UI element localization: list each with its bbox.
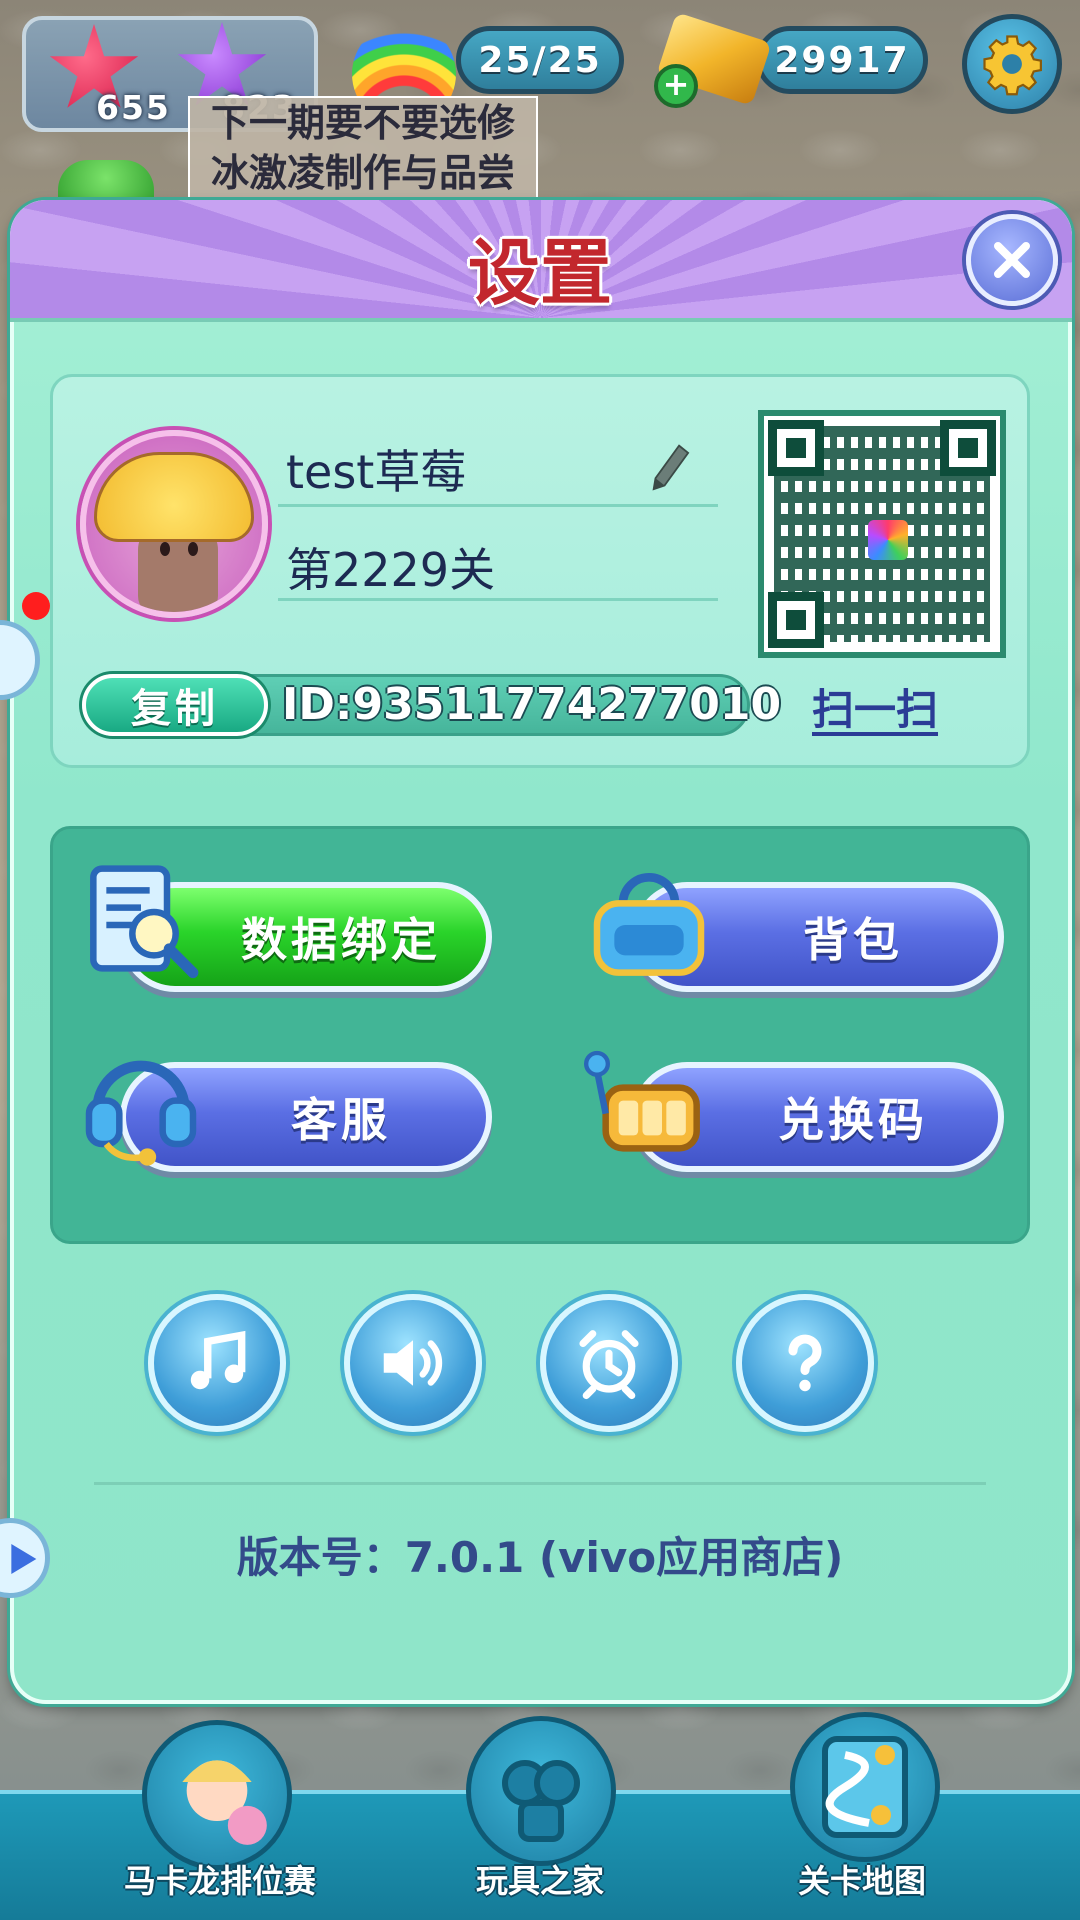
redeem-code-label: 兑换码 [778, 1093, 928, 1147]
help-icon [788, 1334, 822, 1392]
player-id: ID:93511774277010 [282, 679, 782, 730]
alarm-toggle-button[interactable] [540, 1294, 678, 1432]
document-search-icon [90, 865, 199, 979]
scan-link[interactable]: 扫一扫 [812, 676, 938, 737]
close-button[interactable] [966, 214, 1058, 306]
red-star-count: 655 [96, 88, 171, 127]
gear-icon [983, 35, 1042, 96]
mushroom-eye [188, 542, 198, 556]
notification-dot [22, 592, 50, 620]
qr-logo-icon [868, 520, 908, 560]
close-icon [994, 242, 1030, 278]
copy-id-button[interactable]: 复制 [82, 674, 268, 736]
toy-house-label: 玩具之家 [475, 1862, 604, 1900]
level-map-label: 关卡地图 [797, 1862, 926, 1900]
player-avatar[interactable] [80, 430, 268, 618]
chef-avatar-icon [182, 1760, 267, 1845]
version-divider [94, 1482, 986, 1485]
version-label: 版本号：7.0.1 (vivo应用商店) [236, 1533, 844, 1582]
level-divider [278, 598, 718, 601]
toy-house-icon [502, 1760, 580, 1842]
dialog-title: 设置 [467, 231, 612, 315]
play-icon [11, 1544, 37, 1574]
edit-name-pencil-icon[interactable] [648, 442, 692, 500]
add-gold-button[interactable]: + [654, 64, 698, 108]
customer-service-label: 客服 [291, 1093, 391, 1147]
notice-banner: 下一期要不要选修 冰激凌制作与品尝 [188, 96, 538, 200]
sound-icon [383, 1340, 443, 1386]
bag-icon [593, 873, 705, 976]
mushroom-eye [160, 542, 170, 556]
headset-icon [85, 1060, 197, 1166]
music-icon [190, 1330, 246, 1390]
qr-code [758, 410, 1006, 658]
map-icon [822, 1736, 908, 1838]
help-button[interactable] [736, 1294, 874, 1432]
player-name: test草莓 [286, 445, 467, 499]
macaron-ranking-label: 马卡龙排位赛 [123, 1862, 316, 1900]
slot-machine-icon [584, 1050, 700, 1152]
qr-finder-top-left [768, 420, 824, 476]
gold-counter: 29917 [756, 26, 928, 94]
data-binding-label: 数据绑定 [241, 913, 441, 967]
level-map-nav[interactable] [790, 1712, 940, 1862]
player-level: 第2229关 [286, 543, 496, 597]
macaron-ranking-nav[interactable] [142, 1720, 292, 1870]
alarm-icon [579, 1330, 639, 1400]
settings-gear-button[interactable] [962, 14, 1062, 114]
toy-house-nav[interactable] [466, 1716, 616, 1866]
qr-finder-top-right [940, 420, 996, 476]
music-toggle-button[interactable] [148, 1294, 286, 1432]
mushroom-cap [94, 452, 254, 542]
backpack-label: 背包 [803, 913, 903, 967]
name-divider [278, 504, 718, 507]
lives-counter[interactable]: 25/25 [456, 26, 624, 94]
notice-line-2: 冰激凌制作与品尝 [210, 151, 515, 195]
qr-finder-bottom-left [768, 592, 824, 648]
notice-line-1: 下一期要不要选修 [210, 101, 515, 145]
sound-toggle-button[interactable] [344, 1294, 482, 1432]
